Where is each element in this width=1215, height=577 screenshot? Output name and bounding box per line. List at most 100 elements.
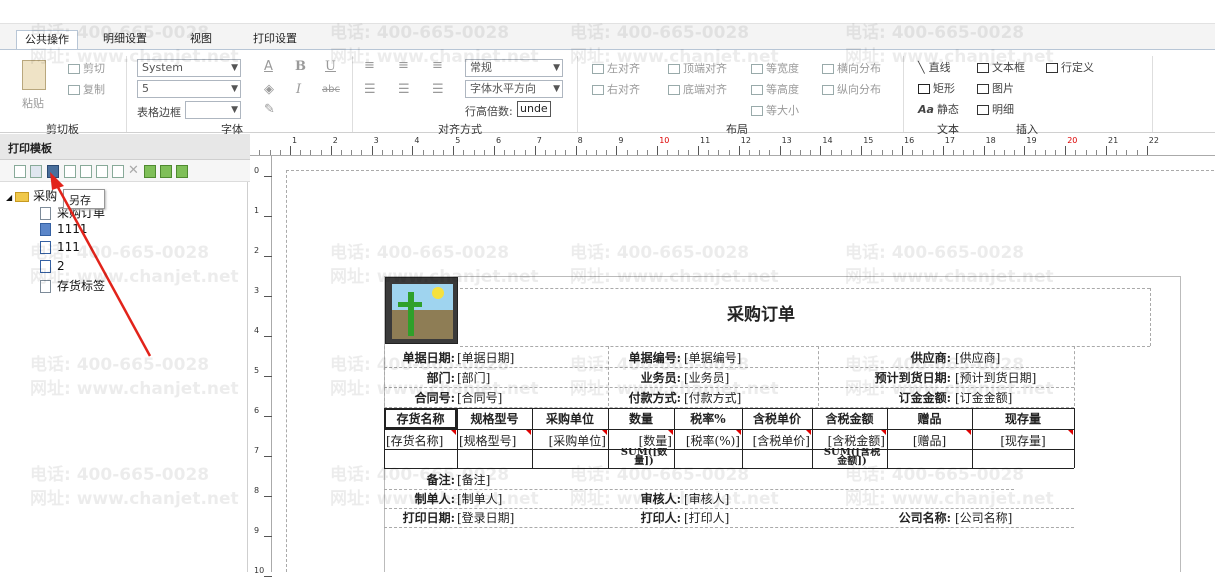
- style-value: 常规: [470, 61, 492, 74]
- layout-top-button[interactable]: 顶端对齐: [668, 60, 727, 76]
- align-bottom-icon[interactable]: ☰: [432, 82, 444, 97]
- border-select[interactable]: ▼: [185, 101, 241, 119]
- field-value[interactable]: [审核人]: [684, 490, 729, 507]
- font-family-select[interactable]: System ▼: [137, 59, 241, 77]
- ruler-tick: [1014, 150, 1016, 155]
- field-marker-icon: [806, 430, 811, 435]
- layout-right-button[interactable]: 右对齐: [592, 81, 640, 97]
- new-icon[interactable]: [14, 165, 26, 178]
- field-value[interactable]: [付款方式]: [684, 389, 741, 406]
- pen-icon[interactable]: ✎: [264, 102, 275, 117]
- table-field[interactable]: [规格型号]: [459, 432, 530, 449]
- textbox-button[interactable]: 文本框: [977, 59, 1025, 75]
- underline-icon[interactable]: U: [325, 59, 336, 74]
- table-header[interactable]: 含税金额: [812, 410, 887, 427]
- layout-eqheight-button[interactable]: 等高度: [751, 81, 799, 97]
- paste-icon[interactable]: [22, 60, 46, 90]
- table-header[interactable]: 赠品: [887, 410, 972, 427]
- field-value[interactable]: [订金金额]: [955, 389, 1012, 406]
- halign-select[interactable]: 字体水平方向 ▼: [465, 80, 563, 98]
- chevron-down-icon: ▼: [553, 63, 560, 73]
- table-field[interactable]: [赠品]: [889, 432, 970, 449]
- align-center-icon[interactable]: ≡: [398, 58, 409, 73]
- line-tool-button[interactable]: ╲ 直线: [918, 59, 951, 75]
- sum-amount[interactable]: SUM([含税金额]): [822, 448, 882, 467]
- design-canvas[interactable]: 采购订单 单据日期: [单据日期] 单据编号: [单据编号] 供应商: [供应商] 部门:[…: [272, 156, 1215, 572]
- paste-button[interactable]: 粘贴: [22, 95, 44, 111]
- table-header[interactable]: 税率%: [674, 410, 742, 427]
- layout-eqwidth-button[interactable]: 等宽度: [751, 60, 799, 76]
- refresh-icon[interactable]: [176, 165, 188, 178]
- fill-color-icon[interactable]: ◈: [264, 82, 274, 97]
- logo-image[interactable]: [385, 277, 458, 344]
- layout-left-button[interactable]: 左对齐: [592, 60, 640, 76]
- field-value[interactable]: [备注]: [457, 471, 490, 488]
- align-left-icon[interactable]: ≡: [364, 58, 375, 73]
- collapse-arrow-icon[interactable]: ◢: [6, 193, 12, 202]
- italic-icon[interactable]: I: [296, 82, 301, 97]
- tab-view[interactable]: 视图: [182, 30, 220, 50]
- align-left-icon: [592, 64, 604, 74]
- layout-vdist-button[interactable]: 纵向分布: [822, 81, 881, 97]
- tab-common[interactable]: 公共操作: [16, 30, 78, 51]
- table-line: [384, 449, 1074, 450]
- field-value[interactable]: [部门]: [457, 369, 490, 386]
- table-field[interactable]: [含税金额]: [814, 432, 885, 449]
- ruler-number: 7: [254, 446, 260, 455]
- field-marker-icon: [736, 430, 741, 435]
- field-value[interactable]: [合同号]: [457, 389, 502, 406]
- ruler-number: 20: [1067, 136, 1078, 145]
- field-value[interactable]: [预计到货日期]: [955, 369, 1036, 386]
- strikethrough-icon[interactable]: abc: [322, 84, 340, 95]
- layout-eqsize-button[interactable]: 等大小: [751, 102, 799, 118]
- align-top-icon[interactable]: ☰: [364, 82, 376, 97]
- ruler-tick: [993, 150, 995, 155]
- static-text-button[interactable]: Aa 静态: [918, 101, 959, 117]
- table-header[interactable]: 现存量: [972, 410, 1074, 427]
- tab-print-settings[interactable]: 打印设置: [245, 30, 305, 50]
- field-value[interactable]: [供应商]: [955, 349, 1000, 366]
- table-header[interactable]: 采购单位: [532, 410, 608, 427]
- ruler-tick: [657, 146, 659, 155]
- table-header[interactable]: 规格型号: [457, 410, 532, 427]
- table-field[interactable]: [存货名称]: [386, 432, 455, 449]
- field-value[interactable]: [业务员]: [684, 369, 729, 386]
- image-button[interactable]: 图片: [977, 80, 1014, 96]
- rect-tool-button[interactable]: 矩形: [918, 80, 955, 96]
- field-value[interactable]: [单据日期]: [457, 349, 514, 366]
- font-size-select[interactable]: 5 ▼: [137, 80, 241, 98]
- report-title[interactable]: 采购订单: [727, 300, 795, 325]
- copy-button[interactable]: 复制: [68, 81, 105, 97]
- field-value[interactable]: [登录日期]: [457, 509, 514, 526]
- font-color-icon[interactable]: A: [264, 59, 273, 74]
- layout-bottom-button[interactable]: 底端对齐: [668, 81, 727, 97]
- table-header[interactable]: 含税单价: [742, 410, 812, 427]
- table-field[interactable]: [税率(%)]: [676, 432, 740, 449]
- align-right-icon[interactable]: ≡: [432, 58, 443, 73]
- table-field[interactable]: [数量]: [610, 432, 672, 449]
- sum-qty[interactable]: SUM([数量]): [616, 448, 672, 467]
- custom-row-button[interactable]: 行定义: [1046, 59, 1094, 77]
- cut-button[interactable]: 剪切: [68, 60, 105, 76]
- layout-hdist-button[interactable]: 横向分布: [822, 60, 881, 76]
- field-label: 制单人:: [414, 492, 455, 506]
- table-field[interactable]: [采购单位]: [534, 432, 606, 449]
- field-value[interactable]: [打印人]: [684, 509, 729, 526]
- detail-button[interactable]: 明细: [977, 101, 1014, 117]
- field-value[interactable]: [公司名称]: [955, 509, 1012, 526]
- table-field[interactable]: [现存量]: [974, 432, 1072, 449]
- tab-detail-settings[interactable]: 明细设置: [95, 30, 155, 50]
- ruler-tick: [264, 416, 272, 417]
- ruler-tick: [749, 150, 750, 155]
- line-height-input[interactable]: unde: [517, 101, 551, 117]
- table-header[interactable]: 数量: [608, 410, 674, 427]
- field-value[interactable]: [单据编号]: [684, 349, 741, 366]
- table-field[interactable]: [含税单价]: [744, 432, 810, 449]
- bold-icon[interactable]: B: [295, 59, 306, 74]
- align-middle-icon[interactable]: ☰: [398, 82, 410, 97]
- line-label: 直线: [928, 61, 951, 74]
- style-select[interactable]: 常规 ▼: [465, 59, 563, 77]
- export-icon[interactable]: [160, 165, 172, 178]
- field-value[interactable]: [制单人]: [457, 490, 502, 507]
- align-bottom-icon: [668, 85, 680, 95]
